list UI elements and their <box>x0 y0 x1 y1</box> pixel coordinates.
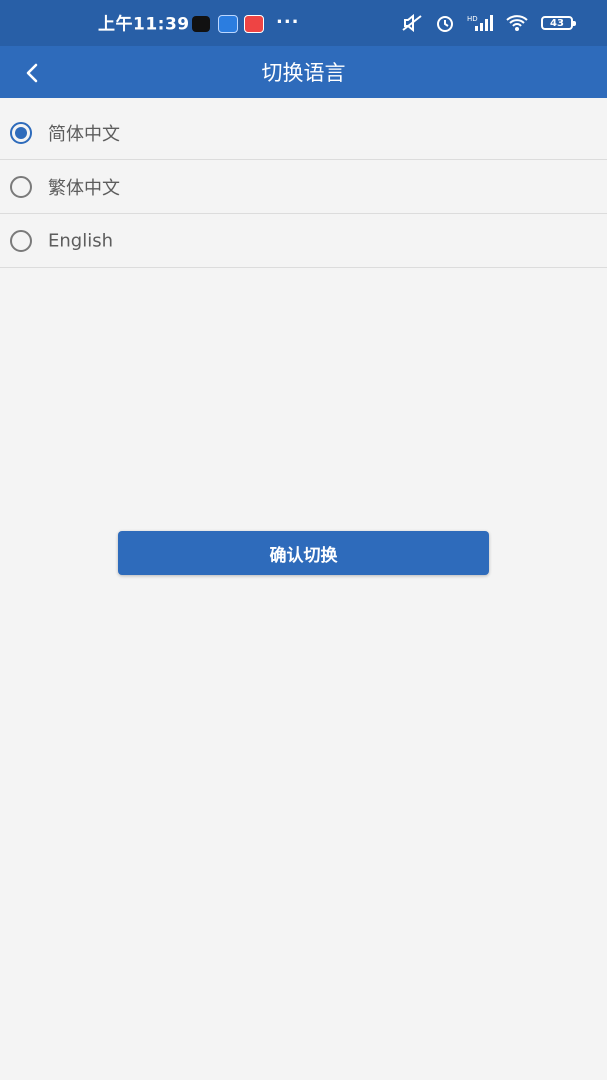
language-label: 简体中文 <box>48 123 120 145</box>
language-option-english[interactable]: English <box>0 214 607 268</box>
status-more: ··· <box>276 11 300 33</box>
radio-button[interactable] <box>10 175 32 198</box>
radio-button-selected[interactable] <box>10 121 32 144</box>
tiktok-icon <box>192 16 210 32</box>
hd-signal-icon: HD <box>467 15 493 31</box>
confirm-switch-button[interactable]: 确认切换 <box>118 531 489 575</box>
language-option-simplified-chinese[interactable]: 简体中文 <box>0 106 607 160</box>
status-bar: 上午11:39 ··· HD 43 <box>0 0 607 46</box>
language-option-traditional-chinese[interactable]: 繁体中文 <box>0 160 607 214</box>
mute-icon <box>402 14 422 32</box>
battery-icon: 43 <box>541 16 576 30</box>
page-title: 切换语言 <box>261 61 346 85</box>
alarm-icon <box>437 16 453 32</box>
nav-bar: 切换语言 <box>0 46 607 98</box>
language-label: English <box>48 230 113 251</box>
language-list: 简体中文 繁体中文 English <box>0 106 607 268</box>
cloud-app-icon <box>218 15 238 33</box>
language-label: 繁体中文 <box>48 177 120 199</box>
radio-button[interactable] <box>10 229 32 252</box>
ninja-app-icon <box>244 15 264 33</box>
radio-dot <box>15 126 27 139</box>
svg-text:HD: HD <box>467 15 478 23</box>
status-time: 上午11:39 <box>98 14 190 35</box>
status-icons: HD 43 <box>401 13 576 33</box>
wifi-icon <box>506 15 528 31</box>
